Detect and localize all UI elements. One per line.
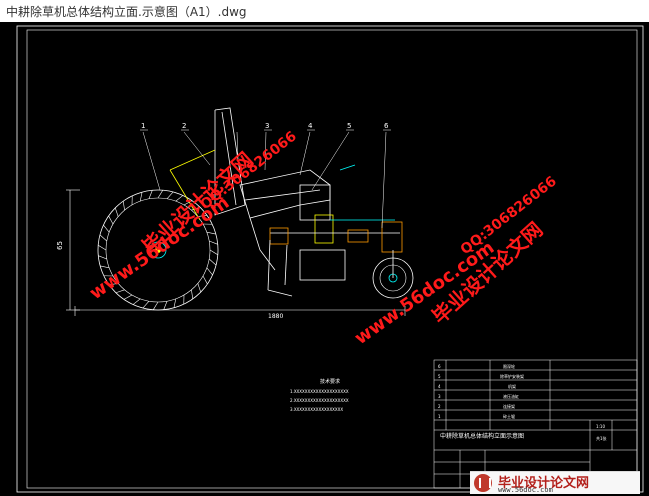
- tb-row-no: 3: [438, 394, 441, 399]
- watermark-group: 毕业设计论文网 www.56doc.com QQ:306826066 毕业设计论…: [86, 128, 560, 349]
- roller-tooth: [206, 267, 213, 276]
- roller-tooth: [166, 191, 174, 199]
- part-label-2: 2: [182, 122, 186, 130]
- part-label-4: 4: [308, 122, 313, 130]
- roller-tooth: [139, 192, 143, 202]
- tb-row-no: 6: [438, 364, 441, 369]
- tb-row-name: 除草铲安装架: [500, 373, 524, 379]
- roller-tooth: [98, 244, 107, 251]
- drawing-inner-frame: [26, 29, 638, 489]
- tb-sheet: 共1张: [596, 435, 607, 441]
- roller-tooth: [122, 201, 125, 211]
- roller-tooth: [173, 298, 177, 308]
- tb-row-no: 1: [438, 414, 441, 419]
- roller-tooth: [100, 265, 110, 269]
- tech-req-heading: 技术要求: [320, 378, 340, 385]
- tb-row-name: 机架: [508, 383, 516, 389]
- dimension-lines: [66, 189, 406, 316]
- tb-row-no: 5: [438, 374, 441, 379]
- part-label-6: 6: [384, 122, 389, 130]
- part-label-3: 3: [265, 122, 269, 130]
- roller-tooth: [148, 190, 153, 199]
- tb-row-name: 限深轮: [503, 363, 515, 369]
- roller-tooth: [202, 275, 208, 285]
- roller-tooth: [209, 258, 217, 266]
- roller-tooth: [152, 301, 159, 310]
- roller-tooth: [206, 231, 216, 235]
- roller-tooth: [98, 255, 107, 260]
- cad-drawing: 65 1880 1 2 3 4 5 6 技术要求 1.XXXXXXXXXXXXX…: [16, 25, 644, 493]
- tb-row-name: 液压油缸: [503, 393, 519, 399]
- tech-req-line-3: 3.XXXXXXXXXXXXXXXXXX: [290, 407, 343, 412]
- title-block: [433, 359, 638, 489]
- dimension-length: 1880: [268, 313, 283, 320]
- roller-tooth: [197, 283, 202, 293]
- roller-tooth: [191, 289, 194, 299]
- tech-req-line-2: 2.XXXXXXXXXXXXXXXXXXXX: [290, 398, 349, 403]
- roller-tooth: [99, 234, 107, 242]
- tb-row-name: 碎土辊: [503, 413, 515, 419]
- part-label-1: 1: [141, 122, 145, 130]
- roller-tooth: [142, 301, 150, 309]
- roller-tooth: [209, 240, 218, 245]
- roller-tooth: [123, 294, 133, 300]
- tb-row-name: 连接架: [503, 403, 515, 409]
- roller-tooth: [108, 215, 114, 225]
- dimension-height: 65: [56, 241, 64, 250]
- tb-row-no: 2: [438, 404, 441, 409]
- footer-url: www.56doc.com: [498, 486, 553, 494]
- roller-tooth: [132, 298, 141, 305]
- watermark-qq: QQ:306826066: [198, 128, 300, 213]
- roller-tooth: [157, 190, 164, 199]
- tb-drawing-name: 中耕除草机总体结构立面示意图: [440, 432, 524, 440]
- tb-scale: 1:10: [596, 424, 605, 429]
- depth-wheel: [372, 250, 414, 299]
- site-footer-badge: 毕业设计论文网 www.56doc.com: [470, 471, 640, 494]
- title-block-rows: 6 限深轮 5 除草铲安装架 4 机架 3 液压油缸 2 连接架 1 碎土辊 中…: [438, 363, 607, 441]
- part-label-5: 5: [347, 122, 351, 130]
- part-labels: 1 2 3 4 5 6: [141, 122, 389, 130]
- site-logo-icon: [474, 474, 492, 492]
- roller-tooth: [163, 301, 168, 310]
- roller-tooth: [114, 207, 119, 217]
- roller-tooth: [103, 224, 110, 233]
- tech-req-line-1: 1.XXXXXXXXXXXXXXXXXXXX: [290, 389, 349, 394]
- drawing-outer-frame: [16, 25, 644, 493]
- roller-tooth: [209, 249, 218, 256]
- tech-requirements: 技术要求 1.XXXXXXXXXXXXXXXXXXXX 2.XXXXXXXXXX…: [290, 378, 349, 412]
- tb-row-no: 4: [438, 384, 441, 389]
